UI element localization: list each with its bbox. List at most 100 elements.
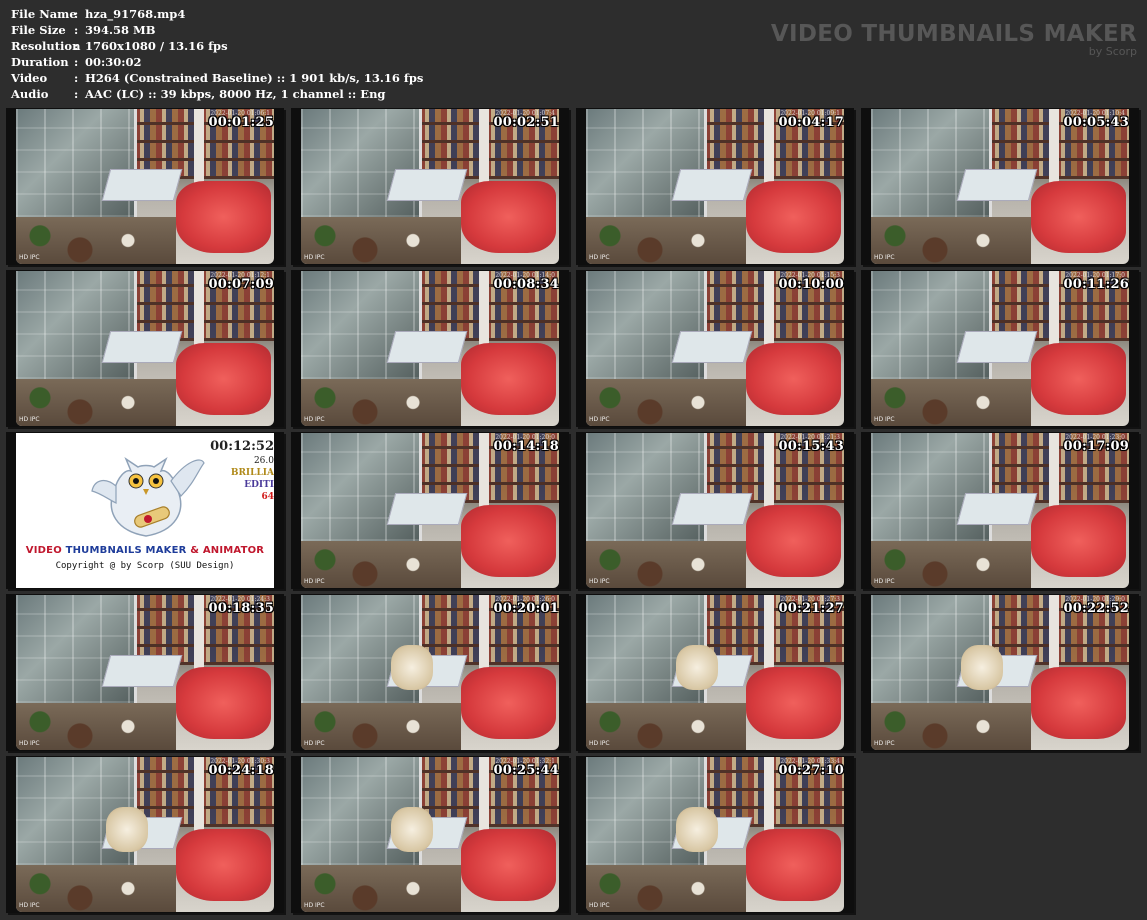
floor-clutter — [871, 217, 1031, 264]
thumbnail[interactable]: 2022-01-20 01:15:3 HD IPC 00:10:00 — [576, 270, 854, 427]
thumbnail-image: 2022-01-20 01:23:0 HD IPC — [871, 433, 1129, 588]
floor-clutter — [586, 865, 746, 912]
thumbnail[interactable]: 2022-01-20 01:10:4 HD IPC 00:05:43 — [861, 108, 1139, 265]
thumbnail-image: 2022-01-20 01:32:1 HD IPC — [301, 757, 559, 912]
red-blanket — [1031, 181, 1126, 253]
thumbnail[interactable]: 2022-01-20 01:20:0 HD IPC 00:14:18 — [291, 432, 569, 589]
info-label: File Name — [11, 7, 77, 21]
floor-clutter — [871, 703, 1031, 750]
camera-osd-label: HD IPC — [19, 416, 40, 423]
red-blanket — [176, 343, 271, 415]
red-blanket — [1031, 343, 1126, 415]
camera-osd-label: HD IPC — [874, 578, 895, 585]
floor-clutter — [301, 541, 461, 588]
pillow — [391, 645, 433, 690]
folding-table — [956, 493, 1038, 525]
thumbnail[interactable]: 2022-01-20 01:21:3 HD IPC 00:15:43 — [576, 432, 854, 589]
thumbnail-image: 2022-01-20 01:12:1 HD IPC — [16, 271, 274, 426]
camera-osd-label: HD IPC — [304, 254, 325, 261]
pillow — [676, 807, 718, 852]
logo-side-line-2: EDITI — [244, 480, 274, 490]
camera-osd-label: HD IPC — [304, 902, 325, 909]
thumbnail-image: 2022-01-20 01:27:3 HD IPC — [586, 595, 844, 750]
thumbnail-timestamp: 00:27:10 — [778, 763, 844, 778]
thumbnail[interactable]: 2022-01-20 01:12:1 HD IPC 00:07:09 — [6, 270, 284, 427]
info-value: 1760x1080 / 13.16 fps — [85, 39, 228, 53]
info-separator: : — [74, 71, 79, 85]
thumbnail-timestamp: 00:14:18 — [493, 439, 559, 454]
thumbnail-timestamp: 00:05:43 — [1063, 115, 1129, 130]
red-blanket — [176, 181, 271, 253]
info-separator: : — [74, 55, 79, 69]
floor-clutter — [16, 379, 176, 426]
thumbnail[interactable]: 2022-01-20 01:32:1 HD IPC 00:25:44 — [291, 756, 569, 913]
logo-title-word-3: & ANIMATOR — [190, 545, 265, 556]
folding-table — [956, 169, 1038, 201]
info-label: Resolution — [11, 39, 81, 53]
red-blanket — [746, 505, 841, 577]
info-row: Duration:00:30:02 — [11, 54, 423, 70]
logo-title-word-1: VIDEO — [25, 545, 62, 556]
floor-clutter — [301, 217, 461, 264]
thumbnail-timestamp: 00:12:52 — [210, 439, 274, 454]
thumbnail[interactable]: 2022-01-20 01:29:0 HD IPC 00:22:52 — [861, 594, 1139, 751]
thumbnail-timestamp: 00:22:52 — [1063, 601, 1129, 616]
camera-osd-label: HD IPC — [304, 578, 325, 585]
contact-sheet: File Name: hza_91768.mp4 File Size:394.58 … — [0, 0, 1147, 920]
camera-osd-label: HD IPC — [19, 254, 40, 261]
thumbnail[interactable]: 2022-01-20 01:07:4 HD IPC 00:02:51 — [291, 108, 569, 265]
floor-clutter — [586, 217, 746, 264]
thumbnail[interactable]: 2022-01-20 01:06:1 HD IPC 00:01:25 — [6, 108, 284, 265]
thumbnail-timestamp: 00:17:09 — [1063, 439, 1129, 454]
info-separator: : — [74, 7, 79, 21]
thumbnail-image: 2022-01-20 01:33:4 HD IPC — [586, 757, 844, 912]
info-value: AAC (LC) :: 39 kbps, 8000 Hz, 1 channel … — [85, 87, 386, 101]
logo-frame: 26.0 BRILLIA EDITI 64 VIDEO THUMBNAILS MAKER… — [16, 433, 274, 588]
thumbnail[interactable]: 2022-01-20 01:09:1 HD IPC 00:04:17 — [576, 108, 854, 265]
thumbnail-timestamp: 00:15:43 — [778, 439, 844, 454]
thumbnail-image: 2022-01-20 01:20:0 HD IPC — [301, 433, 559, 588]
thumbnail-timestamp: 00:18:35 — [208, 601, 274, 616]
thumbnail-timestamp: 00:11:26 — [1063, 277, 1129, 292]
floor-clutter — [301, 379, 461, 426]
info-value: 00:30:02 — [85, 55, 142, 69]
thumbnail[interactable]: 2022-01-20 01:23:0 HD IPC 00:17:09 — [861, 432, 1139, 589]
red-blanket — [746, 829, 841, 901]
info-value: H264 (Constrained Baseline) :: 1 901 kb/… — [85, 71, 424, 85]
red-blanket — [461, 829, 556, 901]
thumbnail[interactable]: 2022-01-20 01:26:0 HD IPC 00:20:01 — [291, 594, 569, 751]
thumbnail[interactable]: 2022-01-20 01:30:3 HD IPC 00:24:18 — [6, 756, 284, 913]
info-row: Resolution:1760x1080 / 13.16 fps — [11, 38, 423, 54]
thumbnail-image: 2022-01-20 01:17:0 HD IPC — [871, 271, 1129, 426]
thumbnail[interactable]: 2022-01-20 01:33:4 HD IPC 00:27:10 — [576, 756, 854, 913]
pillow — [391, 807, 433, 852]
camera-osd-label: HD IPC — [304, 740, 325, 747]
thumbnail[interactable]: 2022-01-20 01:24:3 HD IPC 00:18:35 — [6, 594, 284, 751]
thumbnail-image: 2022-01-20 01:30:3 HD IPC — [16, 757, 274, 912]
thumbnail-logo[interactable]: 26.0 BRILLIA EDITI 64 VIDEO THUMBNAILS MAKER… — [6, 432, 284, 589]
thumbnail[interactable]: 2022-01-20 01:17:0 HD IPC 00:11:26 — [861, 270, 1139, 427]
info-row: Video: H264 (Constrained Baseline) :: 1 9… — [11, 70, 423, 86]
info-label: Video — [11, 71, 48, 85]
red-blanket — [1031, 505, 1126, 577]
info-row: Audio: AAC (LC) :: 39 kbps, 8000 Hz, 1 ch… — [11, 86, 423, 102]
info-value: hza_91768.mp4 — [85, 7, 186, 21]
header: File Name: hza_91768.mp4 File Size:394.58 … — [0, 0, 1147, 108]
info-row: File Name: hza_91768.mp4 — [11, 6, 423, 22]
folding-table — [101, 169, 183, 201]
camera-osd-label: HD IPC — [874, 254, 895, 261]
red-blanket — [461, 181, 556, 253]
floor-clutter — [586, 379, 746, 426]
brand-watermark: VIDEO THUMBNAILS MAKER by Scorp — [771, 21, 1137, 58]
camera-osd-label: HD IPC — [304, 416, 325, 423]
thumbnail-image: 2022-01-20 01:10:4 HD IPC — [871, 109, 1129, 264]
red-blanket — [176, 667, 271, 739]
thumbnail-image: 2022-01-20 01:15:3 HD IPC — [586, 271, 844, 426]
thumbnail[interactable]: 2022-01-20 01:14:0 HD IPC 00:08:34 — [291, 270, 569, 427]
camera-osd-label: HD IPC — [589, 416, 610, 423]
thumbnail[interactable]: 2022-01-20 01:27:3 HD IPC 00:21:27 — [576, 594, 854, 751]
thumbnail-timestamp: 00:10:00 — [778, 277, 844, 292]
camera-osd-label: HD IPC — [589, 902, 610, 909]
thumbnail-timestamp: 00:25:44 — [493, 763, 559, 778]
red-blanket — [176, 829, 271, 901]
